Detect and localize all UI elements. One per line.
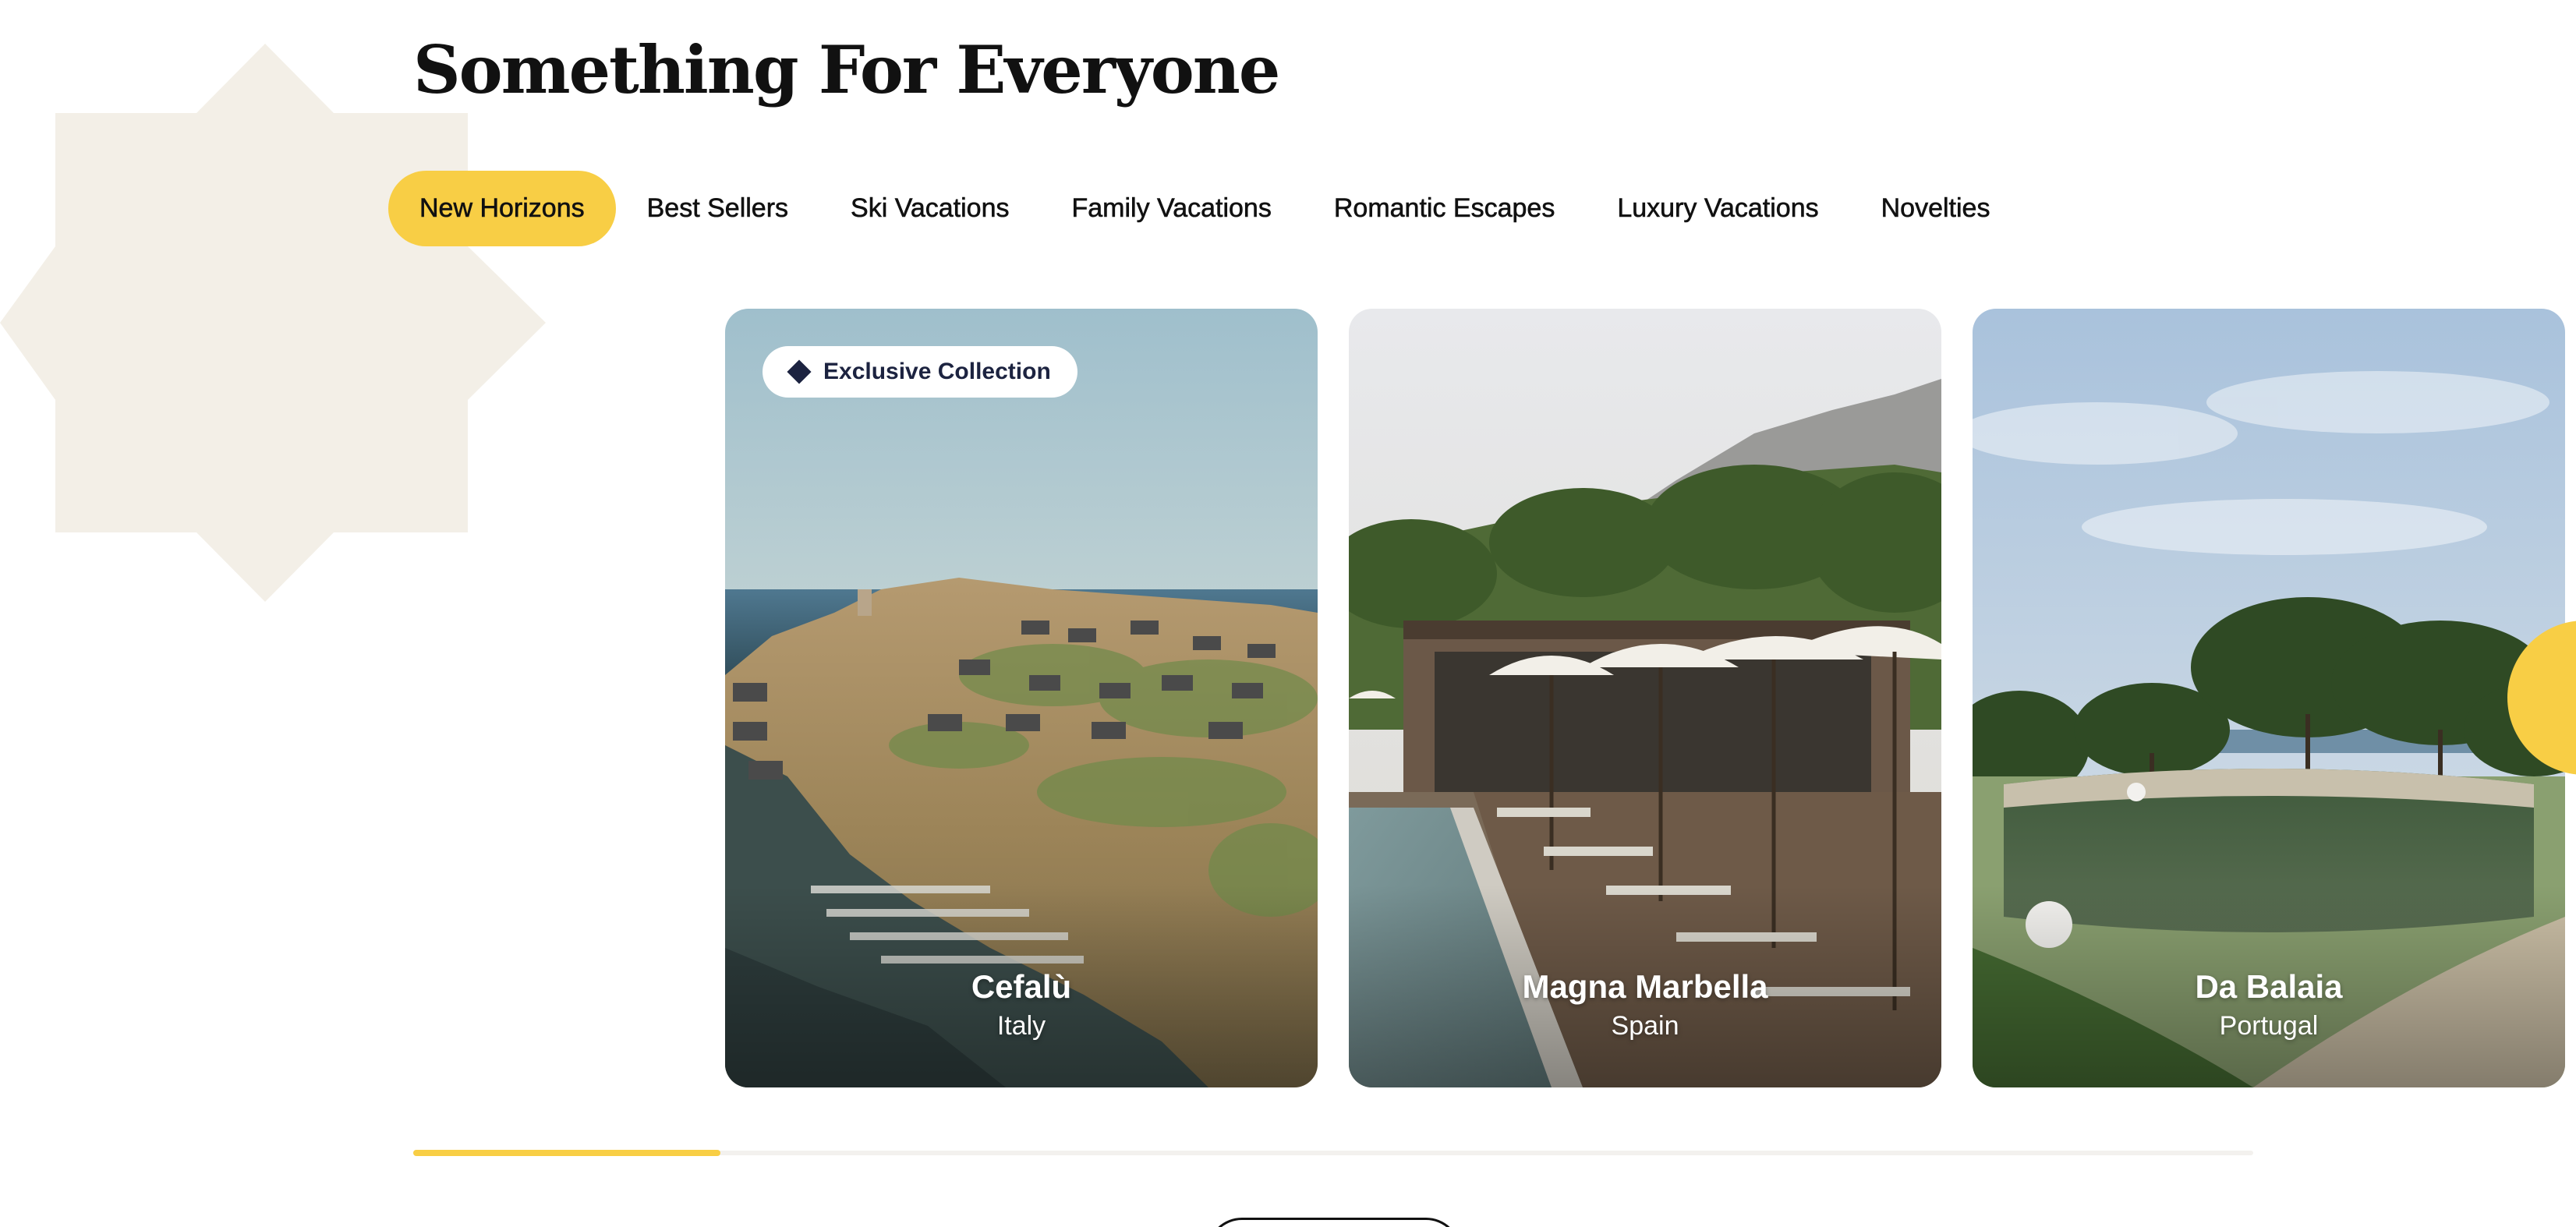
- carousel-progress-track: [413, 1150, 2253, 1156]
- decorative-star-shape: [0, 44, 546, 602]
- card-destination-country: Portugal: [2219, 1011, 2319, 1041]
- tab-luxury-vacations[interactable]: Luxury Vacations: [1586, 171, 1849, 246]
- badge-label: Exclusive Collection: [823, 359, 1051, 384]
- diamond-icon: [787, 359, 812, 384]
- exclusive-collection-badge: Exclusive Collection: [763, 346, 1077, 398]
- tab-ski-vacations[interactable]: Ski Vacations: [819, 171, 1040, 246]
- destination-card-magna-marbella[interactable]: Magna Marbella Spain: [1349, 309, 1941, 1087]
- tab-novelties[interactable]: Novelties: [1850, 171, 2022, 246]
- card-destination-name: Magna Marbella: [1522, 968, 1768, 1005]
- tab-romantic-escapes[interactable]: Romantic Escapes: [1303, 171, 1586, 246]
- card-destination-name: Da Balaia: [2195, 968, 2343, 1005]
- section-title: Something For Everyone: [413, 31, 1280, 108]
- view-all-button[interactable]: [1207, 1218, 1461, 1227]
- card-destination-country: Spain: [1611, 1011, 1679, 1041]
- card-destination-name: Cefalù: [971, 968, 1072, 1005]
- card-destination-country: Italy: [996, 1011, 1046, 1041]
- category-tabs: New Horizons Best Sellers Ski Vacations …: [388, 171, 2021, 246]
- tab-best-sellers[interactable]: Best Sellers: [616, 171, 819, 246]
- destination-card-cefalu[interactable]: Exclusive Collection Cefalù Italy: [725, 309, 1318, 1087]
- tab-new-horizons[interactable]: New Horizons: [388, 171, 616, 246]
- carousel-progress-fill: [413, 1150, 721, 1156]
- tab-family-vacations[interactable]: Family Vacations: [1041, 171, 1303, 246]
- page: Something For Everyone New Horizons Best…: [0, 0, 2576, 1227]
- destination-card-da-balaia[interactable]: Da Balaia Portugal: [1973, 309, 2565, 1087]
